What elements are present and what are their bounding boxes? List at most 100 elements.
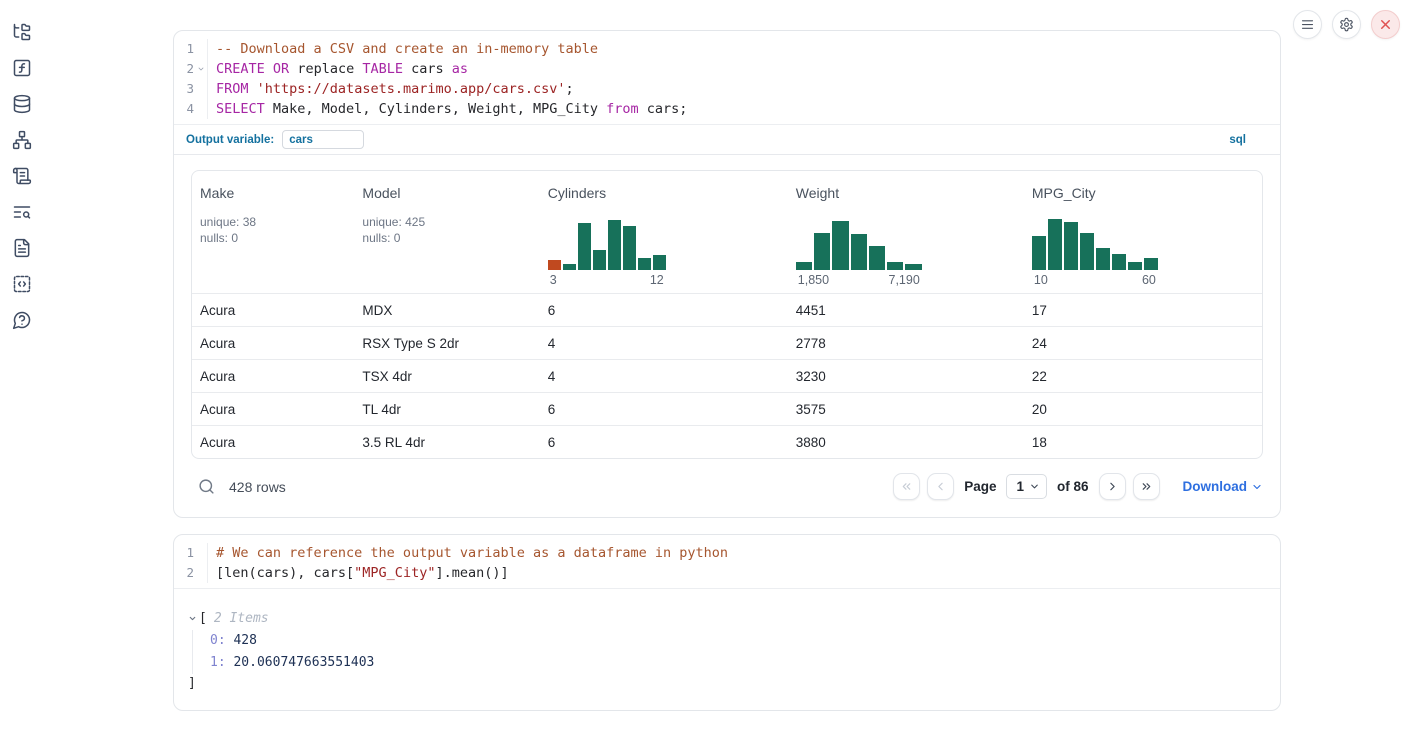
histogram-bar <box>638 258 651 270</box>
pagination: Page 1 of 86 Download <box>893 473 1263 500</box>
table-footer-left: 428 rows <box>198 478 286 495</box>
column-histogram[interactable]: 312 <box>548 217 666 287</box>
table-cell: 2778 <box>788 336 1024 351</box>
table-row: AcuraMDX6445117 <box>192 293 1262 326</box>
column-label[interactable]: MPG_City <box>1032 185 1096 201</box>
column-label[interactable]: Cylinders <box>548 185 606 201</box>
code-lines[interactable]: # We can reference the output variable a… <box>208 543 728 583</box>
network-icon[interactable] <box>12 130 32 150</box>
sql-meta-row: Output variable: sql <box>174 124 1280 155</box>
scroll-text-icon[interactable] <box>12 166 32 186</box>
chevron-down-icon <box>1251 481 1263 493</box>
line-number: 2 <box>186 59 194 79</box>
column-stats: unique: 38nulls: 0 <box>200 214 346 246</box>
histogram-bar <box>905 264 921 270</box>
sidebar <box>0 0 44 330</box>
fold-chevron-icon[interactable] <box>194 59 207 79</box>
line-number-gutter: 12 <box>174 543 208 583</box>
histogram-axis: 312 <box>548 273 666 287</box>
histogram-bar <box>869 246 885 270</box>
column-header-cylinders: Cylinders 312 <box>540 171 788 293</box>
output-variable-input[interactable] <box>282 130 364 149</box>
last-page-button[interactable] <box>1133 473 1160 500</box>
tree-entry-key: 0: <box>210 633 233 648</box>
column-label[interactable]: Make <box>200 185 234 201</box>
line-number: 2 <box>186 563 194 583</box>
python-code-editor[interactable]: 12 # We can reference the output variable… <box>174 535 1280 589</box>
tree-entry: 0: 428 <box>210 630 1264 652</box>
bracket-open: [ <box>199 611 207 626</box>
tree-entry-key: 1: <box>210 655 233 670</box>
file-text-icon[interactable] <box>12 238 32 258</box>
database-icon[interactable] <box>12 94 32 114</box>
histogram-bar <box>1064 222 1078 270</box>
histogram-bar <box>1032 236 1046 270</box>
column-stats: unique: 425nulls: 0 <box>362 214 531 246</box>
table-body: AcuraMDX6445117AcuraRSX Type S 2dr427782… <box>192 293 1262 458</box>
python-cell: 12 # We can reference the output variable… <box>173 534 1281 711</box>
help-bubble-icon[interactable] <box>12 310 32 330</box>
table-cell: 6 <box>540 303 788 318</box>
line-number: 3 <box>186 79 194 99</box>
language-badge[interactable]: sql <box>1229 134 1246 146</box>
code-square-icon[interactable] <box>12 274 32 294</box>
histogram-axis: 1,8507,190 <box>796 273 922 287</box>
fold-slot <box>194 563 207 583</box>
table-cell: 4451 <box>788 303 1024 318</box>
code-lines[interactable]: -- Download a CSV and create an in-memor… <box>208 39 687 119</box>
text-search-icon[interactable] <box>12 202 32 222</box>
previous-page-button[interactable] <box>927 473 954 500</box>
table-row: AcuraTSX 4dr4323022 <box>192 359 1262 392</box>
sql-code-editor[interactable]: 1234 -- Download a CSV and create an in-m… <box>174 31 1280 124</box>
table-cell: RSX Type S 2dr <box>354 336 539 351</box>
chevron-down-icon <box>1029 481 1040 492</box>
column-histogram[interactable]: 1,8507,190 <box>796 217 922 287</box>
histogram-bar <box>563 264 576 270</box>
histogram-bar <box>832 221 848 270</box>
page-select[interactable]: 1 <box>1006 474 1047 499</box>
shutdown-button[interactable] <box>1371 10 1400 39</box>
column-label[interactable]: Weight <box>796 185 839 201</box>
topbar-actions <box>1293 10 1400 39</box>
sql-table-output: Make unique: 38nulls: 0 Model unique: 425nu… <box>174 155 1280 517</box>
sql-cell: 1234 -- Download a CSV and create an in-m… <box>173 30 1281 518</box>
tree-entry-value: 428 <box>233 633 256 648</box>
download-label: Download <box>1183 479 1248 494</box>
table-cell: Acura <box>192 435 354 450</box>
histogram-bar <box>548 260 561 270</box>
histogram-bar <box>623 226 636 270</box>
column-header-make: Make unique: 38nulls: 0 <box>192 171 354 293</box>
table-row: Acura3.5 RL 4dr6388018 <box>192 425 1262 458</box>
table-cell: Acura <box>192 402 354 417</box>
collapse-chevron-icon[interactable] <box>188 614 199 623</box>
table-cell: 18 <box>1024 435 1262 450</box>
line-number: 1 <box>186 543 194 563</box>
histogram-bar <box>1080 233 1094 270</box>
column-histogram[interactable]: 1060 <box>1032 217 1158 287</box>
histogram-bar <box>1128 262 1142 270</box>
fold-slot <box>194 543 207 563</box>
fold-slot <box>194 99 207 119</box>
file-tree-icon[interactable] <box>12 22 32 42</box>
settings-button[interactable] <box>1332 10 1361 39</box>
line-number: 1 <box>186 39 194 59</box>
table-row: AcuraRSX Type S 2dr4277824 <box>192 326 1262 359</box>
page-select-value: 1 <box>1016 479 1024 494</box>
next-page-button[interactable] <box>1099 473 1126 500</box>
column-header-model: Model unique: 425nulls: 0 <box>354 171 539 293</box>
histogram-bar <box>593 250 606 270</box>
code-line: # We can reference the output variable a… <box>216 543 728 563</box>
download-button[interactable]: Download <box>1183 479 1264 494</box>
function-square-icon[interactable] <box>12 58 32 78</box>
table-header: Make unique: 38nulls: 0 Model unique: 425nu… <box>192 171 1262 293</box>
notebook-menu-button[interactable] <box>1293 10 1322 39</box>
column-label[interactable]: Model <box>362 185 400 201</box>
code-line: CREATE OR replace TABLE cars as <box>216 59 687 79</box>
table-cell: 20 <box>1024 402 1262 417</box>
table-cell: MDX <box>354 303 539 318</box>
code-line: -- Download a CSV and create an in-memor… <box>216 39 687 59</box>
search-icon[interactable] <box>198 478 215 495</box>
line-number-gutter: 1234 <box>174 39 208 119</box>
first-page-button[interactable] <box>893 473 920 500</box>
fold-slot <box>194 79 207 99</box>
